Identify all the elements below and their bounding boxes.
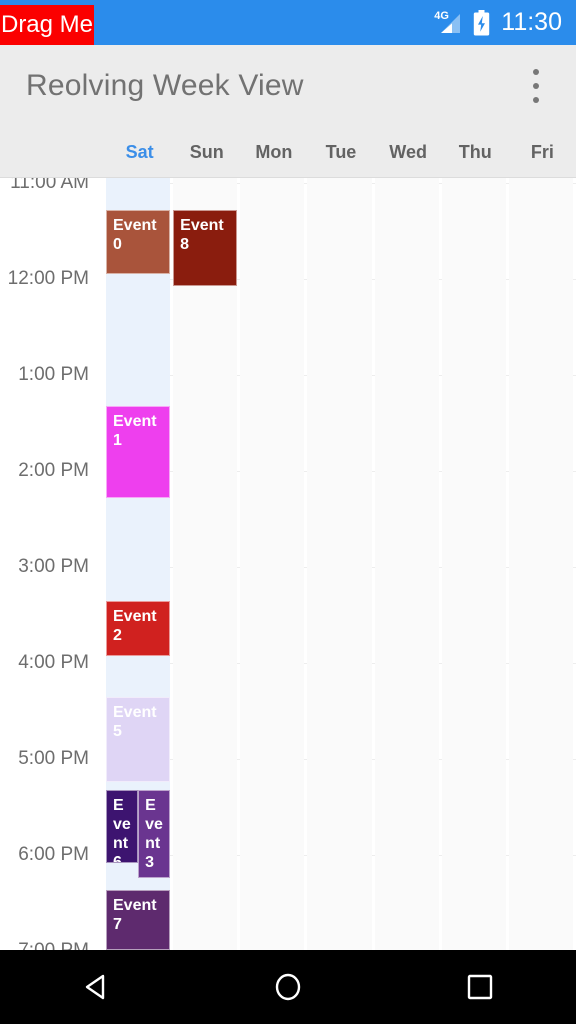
day-header-mon[interactable]: Mon	[240, 126, 307, 178]
calendar-event[interactable]: Event 8	[173, 210, 238, 286]
hour-label: 5:00 PM	[18, 748, 89, 769]
battery-charging-icon	[473, 9, 490, 36]
calendar-event[interactable]: Event 7	[106, 890, 171, 950]
hour-label: 11:00 AM	[10, 178, 89, 193]
day-column-sun[interactable]	[173, 178, 238, 950]
calendar-event[interactable]: Event 5	[106, 697, 171, 782]
hour-label-gutter: 11:00 AM 12:00 PM 1:00 PM 2:00 PM 3:00 PM 4:0…	[0, 178, 104, 950]
day-column-mon[interactable]	[240, 178, 305, 950]
calendar-event[interactable]: Event 0	[106, 210, 171, 274]
calendar-event[interactable]: Event 1	[106, 406, 171, 498]
app-root: 4G 11:30 Reolving Week View Sat Sun Mon …	[0, 0, 576, 1024]
signal-bars-icon: 4G	[434, 10, 462, 35]
status-bar-right: 4G 11:30	[434, 8, 562, 36]
status-bar-clock: 11:30	[501, 8, 562, 36]
recents-square-icon[interactable]	[440, 950, 520, 1024]
week-calendar-grid[interactable]: 11:00 AM 12:00 PM 1:00 PM 2:00 PM 3:00 PM 4:0…	[0, 178, 576, 950]
day-header-tue[interactable]: Tue	[307, 126, 374, 178]
week-day-header: Sat Sun Mon Tue Wed Thu Fri	[0, 126, 576, 178]
day-header-sun[interactable]: Sun	[173, 126, 240, 178]
calendar-event[interactable]: Event 3	[138, 790, 171, 878]
day-header-fri[interactable]: Fri	[509, 126, 576, 178]
hour-label: 3:00 PM	[18, 556, 89, 577]
overflow-menu-icon[interactable]	[524, 68, 548, 103]
hour-label: 6:00 PM	[18, 844, 89, 865]
calendar-event[interactable]: Event 2	[106, 601, 171, 656]
hour-label: 2:00 PM	[18, 460, 89, 481]
day-column-tue[interactable]	[307, 178, 372, 950]
page-title: Reolving Week View	[26, 68, 304, 102]
day-column-fri[interactable]	[508, 178, 573, 950]
day-column-wed[interactable]	[374, 178, 439, 950]
overflow-dot	[533, 96, 539, 103]
hour-label: 4:00 PM	[18, 652, 89, 673]
app-toolbar: Reolving Week View	[0, 45, 576, 126]
back-triangle-icon[interactable]	[56, 950, 136, 1024]
overflow-dot	[533, 82, 539, 89]
hour-label: 1:00 PM	[18, 364, 89, 385]
day-header-wed[interactable]: Wed	[375, 126, 442, 178]
day-name-row: Sat Sun Mon Tue Wed Thu Fri	[106, 126, 576, 178]
hour-label: 12:00 PM	[7, 268, 89, 289]
overflow-dot	[533, 68, 539, 75]
calendar-event[interactable]: Event 6	[106, 790, 139, 863]
hour-label: 7:00 PM	[18, 940, 89, 950]
home-circle-icon[interactable]	[248, 950, 328, 1024]
android-nav-bar	[0, 950, 576, 1024]
day-columns[interactable]: Event 0 Event 8 Event 1 Event 2 Event 5 Event…	[106, 178, 576, 950]
drag-me-handle[interactable]: Drag Me	[0, 5, 94, 45]
day-header-thu[interactable]: Thu	[442, 126, 509, 178]
day-column-thu[interactable]	[441, 178, 506, 950]
day-header-sat[interactable]: Sat	[106, 126, 173, 178]
